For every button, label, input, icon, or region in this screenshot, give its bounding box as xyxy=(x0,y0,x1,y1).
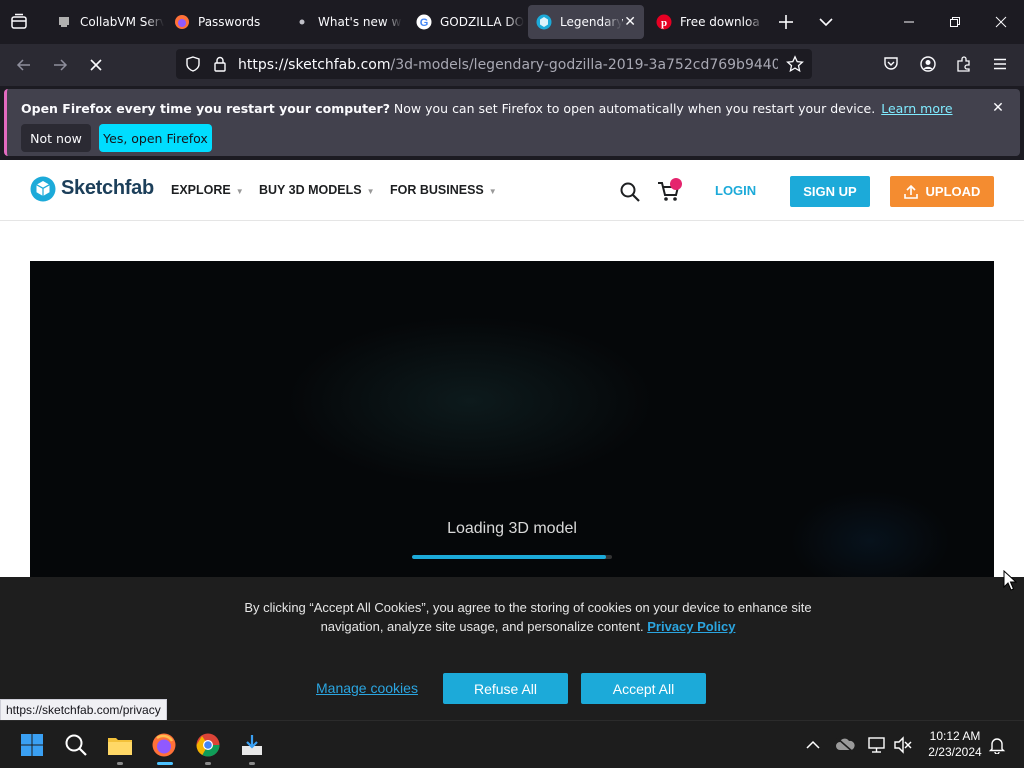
tab-free-download[interactable]: p Free downloa xyxy=(648,5,764,39)
cookie-message: By clicking “Accept All Cookies”, you ag… xyxy=(230,598,826,636)
loading-progress-fill xyxy=(412,555,606,559)
tab-passwords[interactable]: Passwords xyxy=(166,5,282,39)
taskbar-search-icon[interactable] xyxy=(60,729,92,761)
notification-body: Now you can set Firefox to open automati… xyxy=(389,101,876,116)
list-all-tabs-chevron-down-icon[interactable] xyxy=(816,12,836,32)
system-clock[interactable]: 10:12 AM 2/23/2024 xyxy=(920,728,990,760)
url-host: https://sketchfab.com xyxy=(238,57,391,73)
menu-label: BUY 3D MODELS xyxy=(259,183,362,197)
caret-down-icon: ▼ xyxy=(235,187,244,196)
lock-icon[interactable] xyxy=(211,55,229,73)
url-text[interactable]: https://sketchfab.com/3d-models/legendar… xyxy=(238,57,778,73)
show-hidden-icons-chevron-up-icon[interactable] xyxy=(805,737,821,753)
onedrive-cloud-icon[interactable] xyxy=(835,736,855,754)
pinterest-icon: p xyxy=(656,14,672,30)
sketchfab-logo-text[interactable]: Sketchfab xyxy=(61,177,154,200)
taskbar-firefox-icon[interactable] xyxy=(148,729,180,761)
sketchfab-logo-icon[interactable] xyxy=(30,176,56,202)
pocket-icon[interactable] xyxy=(882,55,900,73)
sketchfab-icon xyxy=(536,14,552,30)
not-now-button[interactable]: Not now xyxy=(21,124,91,152)
bookmark-star-icon[interactable] xyxy=(786,55,804,73)
mouse-cursor-icon xyxy=(1003,569,1018,596)
search-icon[interactable] xyxy=(619,181,641,203)
dot-icon xyxy=(294,14,310,30)
windows-start-icon[interactable] xyxy=(16,729,48,761)
sketchfab-header: Sketchfab EXPLORE ▼ BUY 3D MODELS ▼ FOR BU… xyxy=(0,160,1024,221)
yes-open-firefox-button[interactable]: Yes, open Firefox xyxy=(99,124,212,152)
manage-cookies-link[interactable]: Manage cookies xyxy=(316,680,418,696)
privacy-policy-link[interactable]: Privacy Policy xyxy=(647,619,735,634)
tab-collabvm[interactable]: CollabVM Serv xyxy=(48,5,164,39)
menu-explore[interactable]: EXPLORE ▼ xyxy=(171,183,244,197)
tab-overview-icon[interactable] xyxy=(8,11,30,33)
notification-headline: Open Firefox every time you restart your… xyxy=(21,101,390,116)
stop-loading-icon[interactable] xyxy=(82,51,110,79)
upload-icon xyxy=(903,184,918,199)
tab-whats-new[interactable]: What's new wi xyxy=(286,5,402,39)
model-viewer[interactable]: Loading 3D model xyxy=(30,261,994,581)
refuse-all-button[interactable]: Refuse All xyxy=(443,673,568,704)
menu-label: EXPLORE xyxy=(171,183,231,197)
collabvm-icon xyxy=(56,14,72,30)
minimize-icon[interactable] xyxy=(886,0,932,44)
loading-label: Loading 3D model xyxy=(447,520,577,537)
window-close-icon[interactable] xyxy=(978,0,1024,44)
account-icon[interactable] xyxy=(919,55,937,73)
login-link[interactable]: LOGIN xyxy=(715,183,756,198)
tab-godzilla-google[interactable]: G GODZILLA DO xyxy=(408,5,524,39)
tab-strip: CollabVM Serv Passwords What's new wi G … xyxy=(0,0,1024,44)
notification-close-icon[interactable]: ✕ xyxy=(990,100,1006,116)
notification-bell-icon[interactable] xyxy=(988,736,1006,755)
clock-date: 2/23/2024 xyxy=(928,745,982,759)
cart-badge xyxy=(670,178,682,190)
windows-taskbar xyxy=(0,720,1024,768)
menu-buy-3d-models[interactable]: BUY 3D MODELS ▼ xyxy=(259,183,375,197)
forward-arrow-icon[interactable] xyxy=(46,51,74,79)
url-path: /3d-models/legendary-godzilla-2019-3a752… xyxy=(390,57,778,73)
menu-label: FOR BUSINESS xyxy=(390,183,484,197)
tab-legendary-active[interactable]: Legendary ✕ xyxy=(528,5,644,39)
network-icon[interactable] xyxy=(867,736,887,754)
back-arrow-icon[interactable] xyxy=(10,51,38,79)
tab-title: Passwords xyxy=(198,15,261,29)
caret-down-icon: ▼ xyxy=(488,187,497,196)
svg-text:p: p xyxy=(661,17,667,29)
restore-icon[interactable] xyxy=(932,0,978,44)
downloads-app-icon[interactable] xyxy=(236,729,268,761)
new-tab-plus-icon[interactable] xyxy=(776,12,796,32)
chrome-icon[interactable] xyxy=(192,729,224,761)
accept-all-button[interactable]: Accept All xyxy=(581,673,706,704)
file-explorer-icon[interactable] xyxy=(104,729,136,761)
upload-label: UPLOAD xyxy=(925,184,981,199)
status-url-tooltip: https://sketchfab.com/privacy xyxy=(0,699,167,721)
app-menu-hamburger-icon[interactable] xyxy=(991,55,1009,73)
extensions-puzzle-icon[interactable] xyxy=(955,55,973,73)
clock-time: 10:12 AM xyxy=(929,729,981,743)
caret-down-icon: ▼ xyxy=(366,187,375,196)
volume-muted-icon[interactable] xyxy=(893,736,913,754)
svg-text:G: G xyxy=(420,17,429,29)
loading-progress-bar xyxy=(412,555,612,559)
notification-message: Open Firefox every time you restart your… xyxy=(21,101,953,116)
menu-for-business[interactable]: FOR BUSINESS ▼ xyxy=(390,183,497,197)
firefox-icon xyxy=(174,14,190,30)
learn-more-link[interactable]: Learn more xyxy=(881,101,952,116)
google-icon: G xyxy=(416,14,432,30)
tab-close-icon[interactable]: ✕ xyxy=(624,14,636,30)
sign-up-button[interactable]: SIGN UP xyxy=(790,176,870,207)
upload-button[interactable]: UPLOAD xyxy=(890,176,994,207)
tracking-protection-shield-icon[interactable] xyxy=(184,55,202,73)
